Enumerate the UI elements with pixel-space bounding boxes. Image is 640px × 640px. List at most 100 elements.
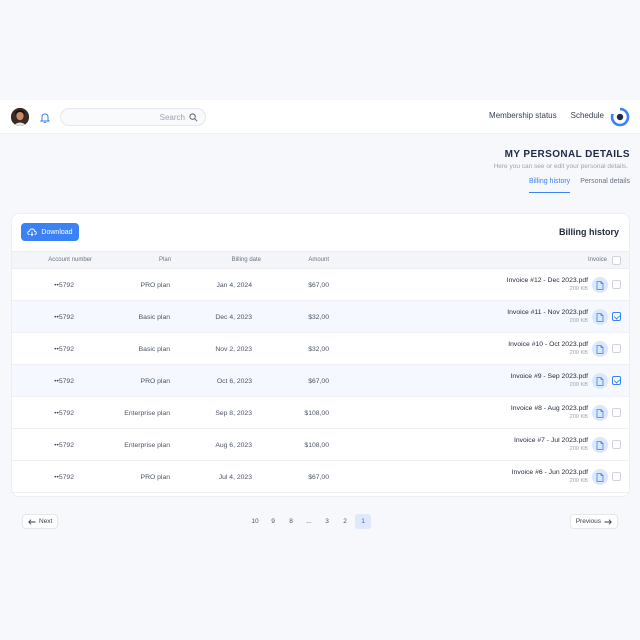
avatar[interactable]: [11, 108, 29, 126]
plan-name: PRO plan: [140, 474, 170, 481]
billing-date: Jan 4, 2024: [216, 282, 252, 289]
billing-date: Dec 4, 2023: [215, 314, 252, 321]
page-subtitle: Here you can see or edit your personal d…: [493, 163, 628, 170]
row-checkbox[interactable]: [612, 280, 621, 289]
pagination: Next 1 2 3... 8 9 10 Previous: [0, 510, 640, 532]
table-row[interactable]: Invoice #9 - Sep 2023.pdf 200 KB $67,00 …: [12, 365, 629, 397]
page-number[interactable]: 2: [337, 514, 353, 529]
file-icon: [592, 341, 608, 357]
next-page-button[interactable]: Next: [22, 514, 59, 529]
arrow-left-icon: [28, 518, 36, 525]
row-checkbox[interactable]: [612, 344, 621, 353]
row-checkbox[interactable]: [612, 376, 621, 385]
table-row[interactable]: Invoice #8 - Aug 2023.pdf 200 KB $108,00…: [12, 397, 629, 429]
account-number: ••5792: [54, 410, 74, 417]
tab-personal-details[interactable]: Personal details: [580, 178, 630, 193]
row-checkbox[interactable]: [612, 440, 621, 449]
invoice-file-size: 200 KB: [569, 382, 588, 388]
invoice-amount: $32,00: [308, 346, 329, 353]
table-row[interactable]: Invoice #11 - Nov 2023.pdf 200 KB $32,00…: [12, 301, 629, 333]
user-avatar-icon: [11, 108, 29, 126]
account-number: ••5792: [54, 346, 74, 353]
nav-item-schedule[interactable]: Schedule: [571, 111, 604, 120]
top-nav: Schedule Membership status: [489, 111, 604, 120]
tab-billing-history[interactable]: Billing history: [528, 178, 571, 193]
invoice-amount: $108,00: [304, 442, 329, 449]
invoice-file-name[interactable]: Invoice #10 - Oct 2023.pdf: [508, 341, 588, 348]
table-row[interactable]: Invoice #7 - Jul 2023.pdf 200 KB $108,00…: [12, 429, 629, 461]
invoice-amount: $67,00: [308, 474, 329, 481]
file-icon: [592, 309, 608, 325]
invoice-file-name[interactable]: Invoice #7 - Jul 2023.pdf: [514, 437, 588, 444]
account-number: ••5792: [54, 474, 74, 481]
table-row[interactable]: Invoice #12 - Dec 2023.pdf 200 KB $67,00…: [12, 269, 629, 301]
select-all-checkbox[interactable]: [612, 256, 621, 265]
invoice-file-name[interactable]: Invoice #12 - Dec 2023.pdf: [507, 277, 588, 284]
page-title: MY PERSONAL DETAILS: [504, 149, 630, 160]
invoice-file-size: 200 KB: [569, 478, 588, 484]
page-number[interactable]: 1: [355, 514, 371, 529]
bell-icon[interactable]: [40, 112, 50, 123]
arrow-right-icon: [604, 518, 612, 525]
invoice-amount: $67,00: [308, 282, 329, 289]
invoice-file-name[interactable]: Invoice #9 - Sep 2023.pdf: [511, 373, 588, 380]
billing-date: Oct 6, 2023: [216, 378, 252, 385]
page-number[interactable]: 9: [265, 514, 281, 529]
page-number[interactable]: 10: [247, 514, 263, 529]
plan-name: PRO plan: [140, 282, 170, 289]
invoice-file-size: 200 KB: [569, 446, 588, 452]
billing-date: Jul 4, 2023: [218, 474, 252, 481]
page-list: 1 2 3... 8 9 10: [247, 514, 371, 529]
invoice-file-size: 200 KB: [569, 414, 588, 420]
plan-name: PRO plan: [140, 378, 170, 385]
billing-history-card: Billing history Download Invoice Amount …: [11, 213, 630, 497]
invoice-file-name[interactable]: Invoice #11 - Nov 2023.pdf: [507, 309, 588, 316]
invoice-file-name[interactable]: Invoice #8 - Aug 2023.pdf: [511, 405, 588, 412]
invoice-file-size: 200 KB: [569, 286, 588, 292]
plan-name: Basic plan: [138, 314, 170, 321]
row-checkbox[interactable]: [612, 472, 621, 481]
file-icon: [592, 469, 608, 485]
row-checkbox[interactable]: [612, 312, 621, 321]
column-header-billing-date[interactable]: Billing date: [232, 257, 261, 263]
app-window: Schedule Membership status MY PERSONAL D…: [0, 100, 640, 540]
invoice-amount: $67,00: [308, 378, 329, 385]
app-logo-icon[interactable]: [610, 107, 630, 127]
page-number[interactable]: 3: [319, 514, 335, 529]
search-box[interactable]: [60, 108, 206, 126]
column-header-amount[interactable]: Amount: [308, 257, 329, 263]
search-input[interactable]: [85, 112, 185, 122]
billing-date: Nov 2, 2023: [215, 346, 252, 353]
invoice-amount: $32,00: [308, 314, 329, 321]
plan-name: Basic plan: [138, 346, 170, 353]
invoice-file-size: 200 KB: [569, 350, 588, 356]
row-checkbox[interactable]: [612, 408, 621, 417]
account-number: ••5792: [54, 378, 74, 385]
plan-name: Enterprise plan: [124, 442, 170, 449]
table-row[interactable]: Invoice #6 - Jun 2023.pdf 200 KB $67,00 …: [12, 461, 629, 493]
cloud-download-icon: [27, 228, 38, 236]
column-header-invoice[interactable]: Invoice: [588, 257, 607, 263]
top-bar: Schedule Membership status: [0, 100, 640, 134]
invoice-amount: $108,00: [304, 410, 329, 417]
table-row[interactable]: Invoice #10 - Oct 2023.pdf 200 KB $32,00…: [12, 333, 629, 365]
download-button[interactable]: Download: [21, 223, 79, 241]
billing-date: Sep 8, 2023: [215, 410, 252, 417]
file-icon: [592, 437, 608, 453]
file-icon: [592, 373, 608, 389]
account-number: ••5792: [54, 442, 74, 449]
page-ellipsis: ...: [306, 518, 312, 525]
billing-date: Aug 6, 2023: [215, 442, 252, 449]
nav-item-membership-status[interactable]: Membership status: [489, 111, 557, 120]
search-icon: [189, 112, 198, 121]
previous-page-button[interactable]: Previous: [569, 514, 618, 529]
column-header-plan[interactable]: Plan: [159, 257, 171, 263]
file-icon: [592, 405, 608, 421]
card-title: Billing history: [558, 227, 619, 237]
tab-bar: Personal details Billing history: [528, 178, 630, 193]
invoice-file-name[interactable]: Invoice #6 - Jun 2023.pdf: [512, 469, 588, 476]
plan-name: Enterprise plan: [124, 410, 170, 417]
column-header-account-number[interactable]: Account number: [48, 257, 92, 263]
table-header: Invoice Amount Billing date Plan Account…: [12, 251, 629, 269]
page-number[interactable]: 8: [283, 514, 299, 529]
